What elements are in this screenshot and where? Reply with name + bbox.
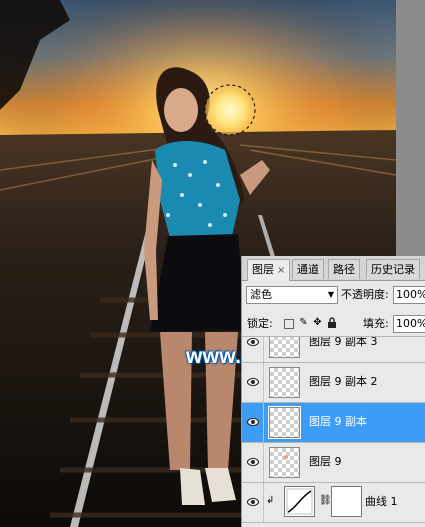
workspace-background — [396, 0, 425, 256]
visibility-eye-icon[interactable] — [247, 376, 259, 388]
blend-mode-select[interactable]: 滤色 ▼ — [246, 286, 338, 304]
panel-tab-bar: 图层 × 通道 路径 历史记录 — [242, 256, 425, 281]
fill-input[interactable]: 100% — [393, 315, 425, 333]
layer-name: 图层 9 副本 — [309, 415, 367, 428]
visibility-eye-icon[interactable] — [247, 337, 259, 348]
layer-mask-thumbnail — [331, 486, 362, 517]
layer-thumbnail — [269, 337, 300, 358]
layer-name: 曲线 1 — [365, 495, 398, 508]
layer-row[interactable]: 图层 9 — [242, 443, 425, 483]
curves-adjustment-icon — [284, 486, 315, 517]
lock-row: 锁定: ✎ ✥ 填充: 100% — [242, 312, 425, 337]
visibility-eye-icon[interactable] — [247, 416, 259, 428]
tab-layers-label: 图层 — [252, 263, 274, 276]
layer-name: 图层 9 副本 2 — [309, 375, 378, 388]
opacity-label: 不透明度: — [341, 288, 389, 301]
tab-paths-label: 路径 — [333, 263, 355, 276]
tab-close-icon[interactable]: × — [277, 265, 285, 276]
tab-channels[interactable]: 通道 — [292, 259, 324, 279]
layers-panel: 图层 × 通道 路径 历史记录 滤色 ▼ 不透明度: 100% 锁定: ✎ ✥ 填… — [241, 256, 425, 527]
layers-list: 图层 9 副本 3 图层 9 副本 2 图层 9 副本 图层 9 ↲ ⛓ 曲线 … — [242, 337, 425, 527]
thumbnail-dot — [284, 455, 288, 459]
opacity-input[interactable]: 100% — [393, 286, 425, 304]
layer-row-selected[interactable]: 图层 9 副本 — [242, 403, 425, 443]
layer-thumbnail — [268, 406, 301, 439]
lock-all-icon[interactable] — [326, 317, 337, 328]
tab-history[interactable]: 历史记录 — [366, 259, 420, 279]
lock-label: 锁定: — [247, 317, 273, 330]
layer-name: 图层 9 副本 3 — [309, 337, 378, 348]
blend-row: 滤色 ▼ 不透明度: 100% — [242, 283, 425, 309]
tab-channels-label: 通道 — [297, 263, 319, 276]
visibility-eye-icon[interactable] — [247, 456, 259, 468]
layer-row-curves[interactable]: ↲ ⛓ 曲线 1 — [242, 483, 425, 523]
divider — [263, 337, 264, 362]
lock-transparency-icon[interactable] — [284, 319, 294, 329]
layer-row[interactable]: 图层 9 副本 2 — [242, 363, 425, 403]
visibility-eye-icon[interactable] — [247, 496, 259, 508]
tab-paths[interactable]: 路径 — [328, 259, 360, 279]
layer-thumbnail — [269, 367, 300, 398]
lock-brush-icon[interactable]: ✎ — [298, 317, 309, 328]
lock-move-icon[interactable]: ✥ — [312, 317, 323, 328]
divider — [263, 403, 264, 442]
tab-layers[interactable]: 图层 × — [247, 259, 291, 281]
fill-label: 填充: — [363, 317, 389, 330]
divider — [263, 483, 264, 522]
divider — [263, 443, 264, 482]
chevron-down-icon: ▼ — [327, 290, 334, 299]
blend-mode-value: 滤色 — [250, 288, 272, 301]
link-chain-icon[interactable]: ⛓ — [319, 495, 332, 506]
tab-history-label: 历史记录 — [371, 263, 415, 276]
layer-name: 图层 9 — [309, 455, 342, 468]
layer-row[interactable]: 图层 9 副本 3 — [242, 337, 425, 363]
clipping-arrow-icon: ↲ — [266, 495, 275, 506]
divider — [263, 363, 264, 402]
layer-thumbnail — [269, 447, 300, 478]
